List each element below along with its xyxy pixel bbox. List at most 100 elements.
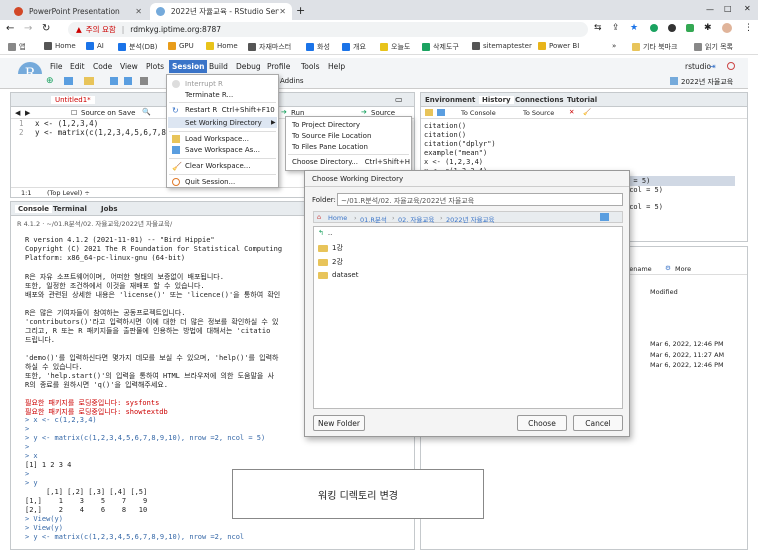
new-project-icon[interactable]	[64, 77, 73, 85]
save-icon[interactable]	[110, 77, 118, 85]
reload-icon[interactable]: ↻	[42, 23, 50, 34]
tab-history[interactable]: History	[479, 96, 514, 104]
new-tab-icon[interactable]: +	[296, 4, 305, 17]
gear-icon[interactable]: ⚙	[665, 264, 671, 272]
history-line[interactable]: ncol = 5)	[625, 186, 663, 194]
menu-tools[interactable]: Tools	[301, 62, 319, 71]
bookmark-item[interactable]: 삭제도구	[422, 42, 459, 52]
maximize-icon[interactable]: □	[724, 4, 732, 13]
breadcrumb-item[interactable]: 2022년 자율교육	[446, 214, 495, 224]
folder-path-field[interactable]: ~/01.R분석/02. 자율교육/2022년 자율교육	[337, 193, 623, 206]
bookmark-item[interactable]: 개요	[342, 42, 366, 52]
history-line[interactable]: citation("dplyr")	[424, 140, 496, 148]
bookmark-item[interactable]: 자재마스터	[248, 42, 291, 52]
bookmark-star-icon[interactable]: ★	[630, 23, 638, 33]
tab-terminal[interactable]: Terminal	[53, 205, 87, 213]
menu-item-save-workspace[interactable]: Save Workspace As...	[185, 146, 260, 154]
sync-icon[interactable]	[600, 213, 609, 221]
close-window-icon[interactable]: ✕	[744, 4, 751, 13]
menu-item-set-working-directory[interactable]: Set Working Directory	[185, 119, 262, 127]
open-file-icon[interactable]	[84, 77, 94, 85]
submenu-to-project-directory[interactable]: To Project Directory	[292, 121, 360, 129]
reading-list[interactable]: 읽기 목록	[694, 42, 733, 52]
menu-item-load-workspace[interactable]: Load Workspace...	[185, 135, 249, 143]
menu-plots[interactable]: Plots	[146, 62, 164, 71]
more-bookmarks-icon[interactable]: »	[612, 42, 616, 50]
power-icon[interactable]	[727, 62, 735, 70]
tab-console[interactable]: Console	[15, 205, 53, 213]
parent-directory[interactable]: ↰..	[318, 229, 332, 237]
tab-environment[interactable]: Environment	[425, 96, 475, 104]
menu-file[interactable]: File	[50, 62, 63, 71]
menu-session[interactable]: Session	[169, 60, 208, 73]
menu-item-clear-workspace[interactable]: Clear Workspace...	[185, 162, 250, 170]
load-icon[interactable]	[425, 109, 433, 116]
bookmark-folder[interactable]: 기타 북마크	[632, 42, 677, 52]
bookmark-item[interactable]: 앱	[8, 42, 25, 52]
url-input[interactable]: ▲ 주의 요함 | rdmkyg.iptime.org:8787	[68, 22, 588, 37]
close-icon[interactable]: ✕	[135, 7, 142, 16]
to-console-button[interactable]: To Console	[461, 109, 496, 117]
history-line[interactable]: example("mean")	[424, 149, 487, 157]
history-line[interactable]: x <- (1,2,3,4)	[424, 158, 483, 166]
extension-icon[interactable]	[686, 24, 694, 32]
save-icon[interactable]	[437, 109, 445, 116]
menu-help[interactable]: Help	[328, 62, 345, 71]
extension-icon[interactable]	[668, 24, 676, 32]
history-line[interactable]: citation()	[424, 131, 466, 139]
kebab-menu-icon[interactable]: ⋮	[744, 23, 753, 33]
tab-tutorial[interactable]: Tutorial	[567, 96, 597, 104]
folder-item[interactable]: dataset	[318, 271, 358, 279]
menu-item-restart-r[interactable]: Restart R Ctrl+Shift+F10	[185, 106, 275, 114]
source-on-save-checkbox[interactable]: ☐	[71, 109, 77, 117]
browser-tab-rstudio[interactable]: 2022년 자율교육 - RStudio Serv ✕	[150, 3, 292, 20]
history-line[interactable]: citation()	[424, 122, 466, 130]
menu-build[interactable]: Build	[209, 62, 228, 71]
home-icon[interactable]: ⌂	[317, 213, 321, 221]
minimize-icon[interactable]: —	[706, 5, 714, 14]
signout-icon[interactable]: ⇥	[709, 62, 716, 71]
broom-icon[interactable]: 🧹	[583, 108, 591, 116]
folder-item[interactable]: 1강	[318, 243, 343, 253]
cancel-button[interactable]: Cancel	[573, 415, 623, 431]
new-file-icon[interactable]: ⊕	[46, 76, 54, 86]
menu-item-terminate-r[interactable]: Terminate R...	[185, 91, 233, 99]
folder-item[interactable]: 2강	[318, 257, 343, 267]
breadcrumb-item[interactable]: 01.R분석	[360, 214, 387, 224]
menu-view[interactable]: View	[120, 62, 138, 71]
bookmark-item[interactable]: 분석(DB)	[118, 42, 158, 52]
save-all-icon[interactable]	[124, 77, 132, 85]
bookmark-item[interactable]: AI	[86, 42, 104, 50]
code-line[interactable]: x <- (1,2,3,4)	[35, 119, 98, 128]
tab-untitled[interactable]: Untitled1*	[51, 96, 95, 104]
extension-icon[interactable]	[650, 24, 658, 32]
to-source-button[interactable]: To Source	[523, 109, 554, 117]
code-line[interactable]: y <- matrix(c(1,2,3,4,5,6,7,8	[35, 128, 166, 137]
browser-tab-powerpoint[interactable]: PowerPoint Presentation ✕	[8, 3, 148, 20]
breadcrumb-home[interactable]: Home	[328, 214, 347, 222]
menu-item-quit-session[interactable]: Quit Session...	[185, 178, 235, 186]
forward-icon[interactable]: →	[24, 23, 32, 34]
search-icon[interactable]: 🔍	[142, 108, 151, 116]
history-line[interactable]: ncol = 5)	[625, 203, 663, 211]
run-arrow-icon[interactable]: ➔	[281, 108, 287, 116]
translate-icon[interactable]: ⇆	[594, 23, 602, 33]
project-dropdown[interactable]: 2022년 자율교육	[681, 77, 733, 87]
submenu-to-files-pane-location[interactable]: To Files Pane Location	[292, 143, 368, 151]
submenu-choose-directory[interactable]: Choose Directory... Ctrl+Shift+H	[292, 158, 410, 166]
menu-profile[interactable]: Profile	[267, 62, 290, 71]
bookmark-item[interactable]: 화성	[306, 42, 330, 52]
bookmark-item[interactable]: Power BI	[538, 42, 579, 50]
print-icon[interactable]	[140, 77, 148, 85]
avatar[interactable]	[722, 23, 732, 33]
bookmark-item[interactable]: sitemaptester	[472, 42, 532, 50]
new-folder-button[interactable]: New Folder	[313, 415, 365, 431]
bookmark-item[interactable]: Home	[206, 42, 238, 50]
addins-dropdown[interactable]: Addins	[280, 77, 304, 85]
choose-button[interactable]: Choose	[517, 415, 567, 431]
submenu-to-source-file-location[interactable]: To Source File Location	[292, 132, 371, 140]
pane-minimize-icon[interactable]: ▭	[395, 95, 403, 104]
bookmark-item[interactable]: Home	[44, 42, 76, 50]
breadcrumb-item[interactable]: 02. 자율교육	[398, 214, 434, 224]
puzzle-icon[interactable]: ✱	[704, 23, 712, 33]
